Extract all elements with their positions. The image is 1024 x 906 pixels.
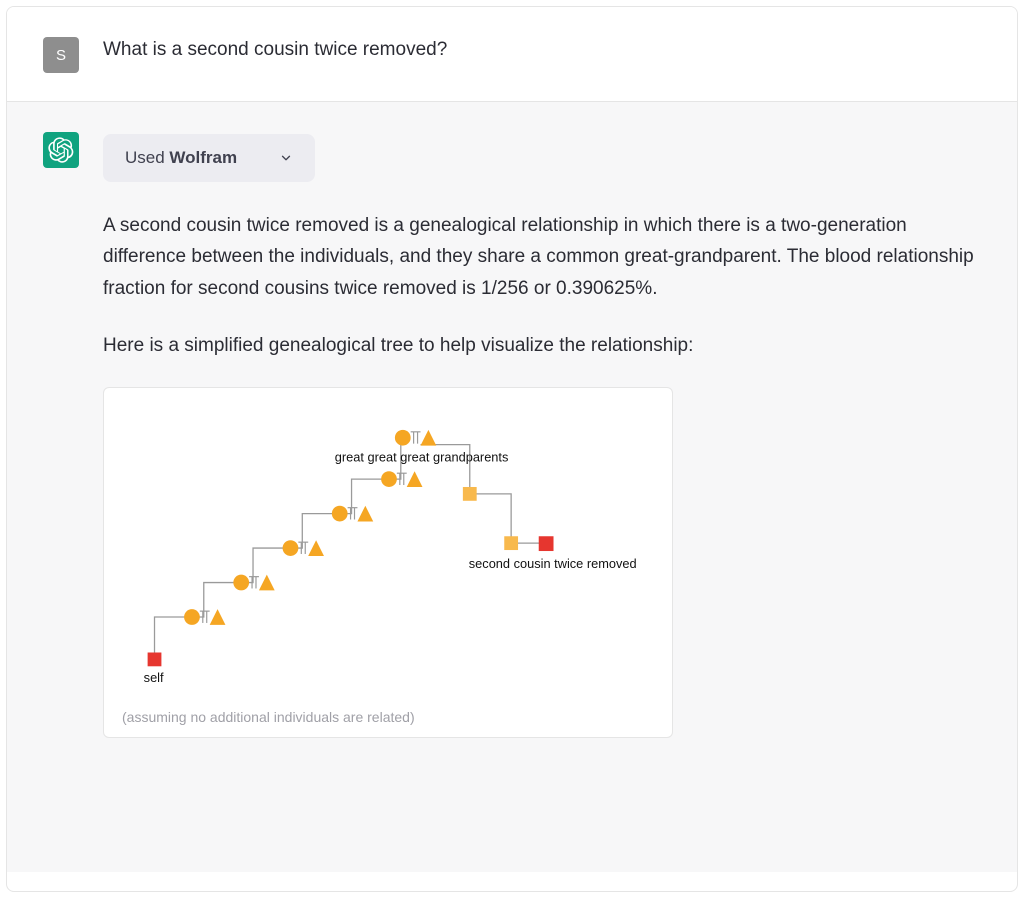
target-node — [539, 537, 554, 552]
chevron-down-icon — [279, 151, 293, 165]
genealogy-diagram: self — [122, 408, 654, 698]
user-message-text: What is a second cousin twice removed? — [103, 39, 981, 61]
chat-container: S What is a second cousin twice removed?… — [6, 6, 1018, 892]
diagram-caption: (assuming no additional individuals are … — [122, 709, 654, 725]
user-avatar-letter: S — [56, 47, 66, 64]
assistant-paragraph-1: A second cousin twice removed is a genea… — [103, 210, 981, 304]
assistant-message-row: Used Wolfram A second cousin twice remov… — [7, 102, 1017, 872]
openai-logo-icon — [48, 137, 74, 163]
assistant-avatar — [43, 132, 79, 168]
target-label: second cousin twice removed — [469, 556, 637, 571]
user-avatar: S — [43, 37, 79, 73]
plugin-chip[interactable]: Used Wolfram — [103, 134, 315, 182]
top-ancestor-label: great great great grandparents — [335, 450, 509, 465]
assistant-paragraph-2: Here is a simplified genealogical tree t… — [103, 330, 981, 361]
user-content: What is a second cousin twice removed? — [103, 35, 981, 61]
plugin-label: Used Wolfram — [125, 148, 237, 168]
genealogy-diagram-card: self — [103, 387, 673, 738]
self-node — [148, 653, 162, 667]
assistant-text-block: A second cousin twice removed is a genea… — [103, 210, 981, 361]
user-message-row: S What is a second cousin twice removed? — [7, 7, 1017, 102]
assistant-content: Used Wolfram A second cousin twice remov… — [103, 130, 981, 738]
self-label: self — [144, 670, 164, 685]
